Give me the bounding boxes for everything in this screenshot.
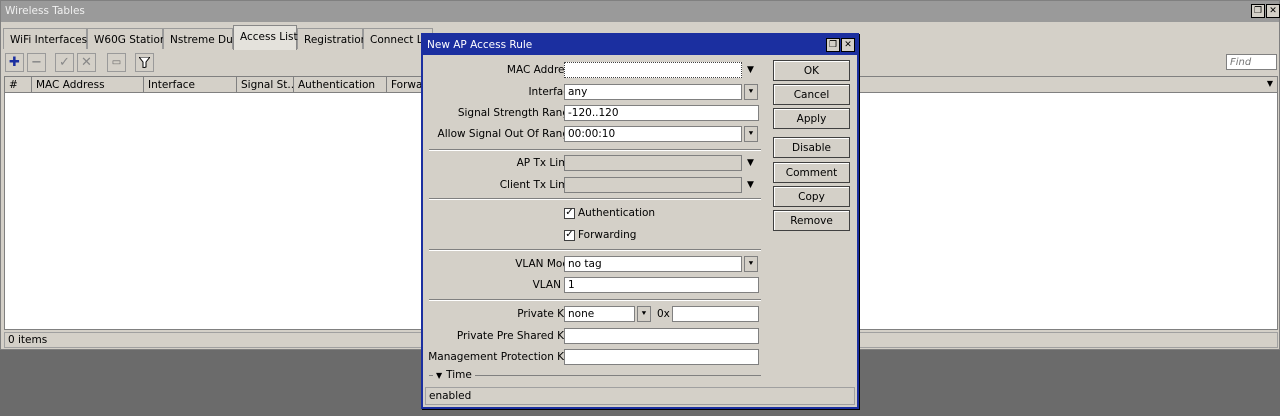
apply-button[interactable]: Apply	[773, 108, 850, 129]
time-section-divider	[429, 375, 761, 376]
allow-signal-out-label: Allow Signal Out Of Range:	[437, 128, 579, 140]
new-ap-access-rule-dialog: New AP Access Rule ❐ ✕ MAC Address: ▼ In…	[421, 33, 859, 409]
column-chooser-icon[interactable]: ▼	[1267, 79, 1273, 88]
signal-strength-range-input[interactable]: -120..120	[564, 105, 759, 121]
vlan-id-label: VLAN ID:	[532, 279, 579, 291]
time-section-toggle[interactable]: ▼ Time	[433, 369, 475, 381]
close-icon[interactable]: ✕	[1266, 4, 1280, 18]
client-tx-limit-label: Client Tx Limit:	[499, 179, 579, 191]
mgmt-protection-key-input[interactable]	[564, 349, 759, 365]
separator	[429, 299, 761, 301]
authentication-checkbox-row[interactable]: ✓ Authentication	[564, 207, 655, 219]
rule-status: enabled	[429, 390, 472, 402]
time-section-label: Time	[446, 369, 472, 381]
hex-prefix-label: 0x	[657, 308, 670, 320]
copy-button[interactable]: Copy	[773, 186, 850, 207]
vlan-mode-select[interactable]: no tag	[564, 256, 742, 272]
tab-wifi-interfaces[interactable]: WiFi Interfaces	[3, 28, 87, 49]
dialog-restore-icon[interactable]: ❐	[826, 38, 840, 52]
vlan-mode-dropdown-icon[interactable]: ⯆	[744, 256, 758, 272]
filter-icon[interactable]	[135, 53, 154, 72]
forwarding-checkbox[interactable]: ✓	[564, 229, 575, 241]
ap-tx-limit-label: AP Tx Limit:	[516, 157, 579, 169]
vlan-id-input[interactable]: 1	[564, 277, 759, 293]
private-key-select[interactable]: none	[564, 306, 635, 322]
dialog-titlebar[interactable]: New AP Access Rule ❐ ✕	[423, 35, 857, 55]
mac-address-label: MAC Address:	[506, 64, 579, 76]
column-header-authentication[interactable]: Authentication	[294, 77, 387, 93]
forwarding-label: Forwarding	[578, 229, 637, 241]
mgmt-protection-key-label: Management Protection Key:	[428, 351, 579, 363]
ap-tx-limit-input[interactable]	[564, 155, 742, 171]
dialog-status-bar: enabled	[425, 387, 855, 405]
client-tx-limit-dropdown-icon[interactable]: ▼	[747, 181, 754, 190]
restore-icon[interactable]: ❐	[1251, 4, 1265, 18]
enable-icon[interactable]: ✓	[55, 53, 74, 72]
find-input[interactable]	[1226, 54, 1277, 70]
remove-button[interactable]: Remove	[773, 210, 850, 231]
private-key-dropdown-icon[interactable]: ⯆	[637, 306, 651, 322]
disable-icon[interactable]: ✕	[77, 53, 96, 72]
column-header-index[interactable]: #	[5, 77, 32, 93]
column-header-interface[interactable]: Interface	[144, 77, 237, 93]
signal-strength-range-label: Signal Strength Range:	[457, 107, 579, 119]
private-psk-input[interactable]	[564, 328, 759, 344]
separator	[429, 249, 761, 251]
tab-access-list[interactable]: Access List	[233, 25, 298, 50]
window-title: Wireless Tables	[5, 5, 85, 17]
ok-button[interactable]: OK	[773, 60, 850, 81]
remove-icon[interactable]: −	[27, 53, 46, 72]
dialog-title: New AP Access Rule	[427, 39, 533, 51]
comment-button[interactable]: Comment	[773, 162, 850, 183]
comment-icon[interactable]: ▭	[107, 53, 126, 72]
ap-tx-limit-dropdown-icon[interactable]: ▼	[747, 159, 754, 168]
column-header-signal-strength[interactable]: Signal St...	[237, 77, 294, 93]
separator	[429, 198, 761, 200]
tab-registration[interactable]: Registration	[297, 28, 367, 49]
separator	[429, 149, 761, 151]
tab-nstreme-dual[interactable]: Nstreme Dual	[163, 28, 242, 49]
cancel-button[interactable]: Cancel	[773, 84, 850, 105]
allow-signal-out-select[interactable]: 00:00:10	[564, 126, 742, 142]
interface-label: Interface:	[528, 86, 579, 98]
column-header-mac-address[interactable]: MAC Address	[32, 77, 144, 93]
window-titlebar[interactable]: Wireless Tables ❐ ✕	[1, 1, 1280, 22]
allow-signal-out-dropdown-icon[interactable]: ⯆	[744, 126, 758, 142]
collapse-arrow-icon: ▼	[436, 370, 443, 380]
add-icon[interactable]: ✚	[5, 53, 24, 72]
item-count: 0 items	[8, 334, 48, 346]
mac-address-dropdown-icon[interactable]: ▼	[747, 66, 754, 75]
interface-dropdown-icon[interactable]: ⯆	[744, 84, 758, 100]
interface-select[interactable]: any	[564, 84, 742, 100]
disable-button[interactable]: Disable	[773, 137, 850, 158]
vlan-mode-label: VLAN Mode:	[515, 258, 579, 270]
forwarding-checkbox-row[interactable]: ✓ Forwarding	[564, 229, 636, 241]
authentication-label: Authentication	[578, 207, 656, 219]
authentication-checkbox[interactable]: ✓	[564, 207, 575, 219]
dialog-close-icon[interactable]: ✕	[841, 38, 855, 52]
private-key-hex-input[interactable]	[672, 306, 759, 322]
tab-w60g-station[interactable]: W60G Station	[87, 28, 167, 49]
client-tx-limit-input[interactable]	[564, 177, 742, 193]
mac-address-input[interactable]	[564, 62, 742, 78]
private-key-label: Private Key:	[517, 308, 579, 320]
private-psk-label: Private Pre Shared Key:	[456, 330, 579, 342]
